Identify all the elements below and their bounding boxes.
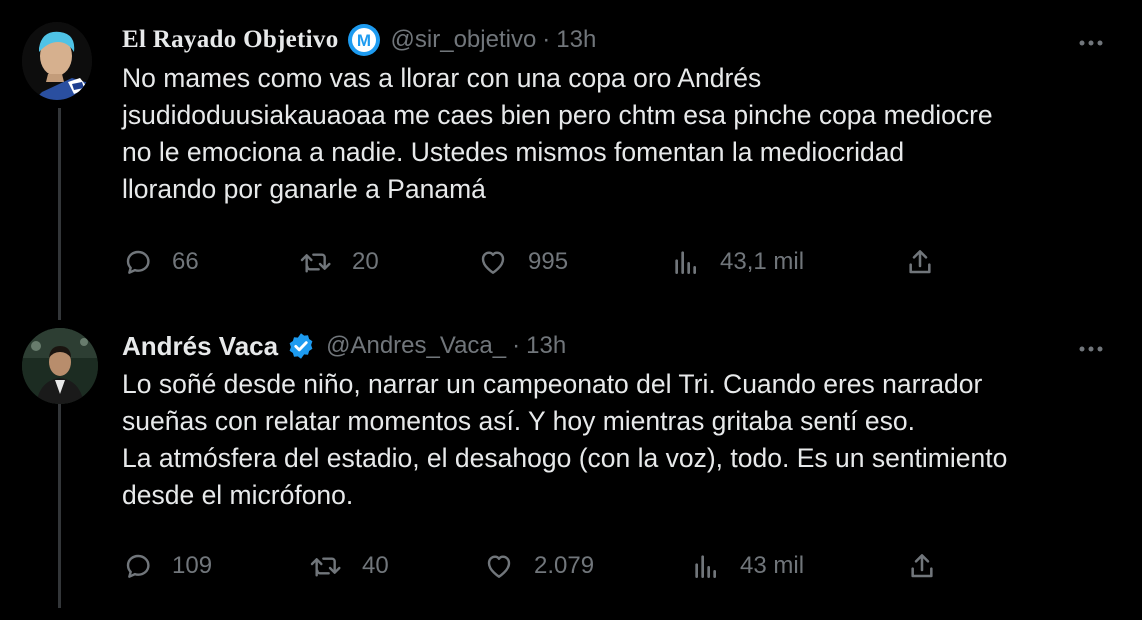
reply-button[interactable]: 109 [122, 546, 212, 586]
brand-badge-letter: M [356, 31, 370, 50]
more-icon[interactable] [1076, 28, 1106, 58]
timestamp[interactable]: 13h [526, 332, 566, 360]
retweet-icon [308, 550, 344, 582]
avatar[interactable] [22, 328, 98, 404]
tweet-text-line: No mames como vas a llorar con una copa … [122, 63, 762, 93]
more-icon[interactable] [1076, 334, 1106, 364]
reply-count: 66 [172, 248, 199, 275]
tweet-text-line: jsudidoduusiakauaoaa me caes bien pero c… [122, 100, 993, 130]
brand-badge-icon: M [347, 23, 381, 57]
timestamp[interactable]: 13h [556, 26, 596, 54]
share-icon [906, 550, 938, 582]
like-icon [476, 246, 510, 278]
reply-count: 109 [172, 552, 213, 579]
views-button[interactable]: 43,1 mil [670, 242, 804, 282]
tweet[interactable]: El Rayado Objetivo M @sir_objetivo · 13h… [0, 0, 1142, 322]
retweet-count: 40 [362, 552, 389, 579]
like-button[interactable]: 2.079 [482, 546, 594, 586]
thread-line [58, 400, 61, 608]
retweet-count: 20 [352, 248, 379, 275]
views-icon [690, 550, 722, 582]
views-count: 43 mil [740, 552, 805, 579]
author-handle[interactable]: @sir_objetivo [391, 26, 537, 54]
tweet-text: No mames como vas a llorar con una copa … [122, 60, 1072, 208]
like-count: 995 [528, 248, 569, 275]
tweet-text-line: sueñas con relatar momentos así. Y hoy m… [122, 406, 915, 436]
tweet-text-line: llorando por ganarle a Panamá [122, 174, 486, 204]
tweet-header: Andrés Vaca @Andres_Vaca_ · 13h [122, 328, 566, 364]
retweet-icon [298, 246, 334, 278]
views-count: 43,1 mil [720, 248, 805, 275]
verified-badge-icon [286, 331, 316, 361]
tweet-text-line: no le emociona a nadie. Ustedes mismos f… [122, 137, 905, 167]
separator-dot: · [512, 332, 521, 359]
like-button[interactable]: 995 [476, 242, 568, 282]
author-name[interactable]: Andrés Vaca [122, 331, 278, 362]
tweet-text-line: Lo soñé desde niño, narrar un campeonato… [122, 369, 983, 399]
retweet-button[interactable]: 20 [298, 242, 379, 282]
tweet-text-line: desde el micrófono. [122, 480, 354, 510]
share-button[interactable] [904, 242, 936, 282]
avatar[interactable] [22, 22, 92, 100]
reply-icon [122, 246, 154, 278]
reply-icon [122, 550, 154, 582]
author-name[interactable]: El Rayado Objetivo [122, 26, 339, 54]
separator-dot: · [542, 26, 551, 53]
tweet-text: Lo soñé desde niño, narrar un campeonato… [122, 366, 1072, 514]
thread-line [58, 108, 61, 320]
tweet[interactable]: Andrés Vaca @Andres_Vaca_ · 13h Lo soñé … [0, 322, 1142, 620]
tweet-text-line: La atmósfera del estadio, el desahogo (c… [122, 443, 1008, 473]
action-bar: 109 40 2.079 43 mil [122, 546, 952, 586]
share-button[interactable] [906, 546, 938, 586]
reply-button[interactable]: 66 [122, 242, 199, 282]
views-icon [670, 246, 702, 278]
like-icon [482, 550, 516, 582]
retweet-button[interactable]: 40 [308, 546, 389, 586]
tweet-header: El Rayado Objetivo M @sir_objetivo · 13h [122, 22, 596, 58]
views-button[interactable]: 43 mil [690, 546, 804, 586]
share-icon [904, 246, 936, 278]
like-count: 2.079 [534, 552, 595, 579]
author-handle[interactable]: @Andres_Vaca_ [326, 332, 506, 360]
action-bar: 66 20 995 43,1 mil [122, 242, 952, 282]
